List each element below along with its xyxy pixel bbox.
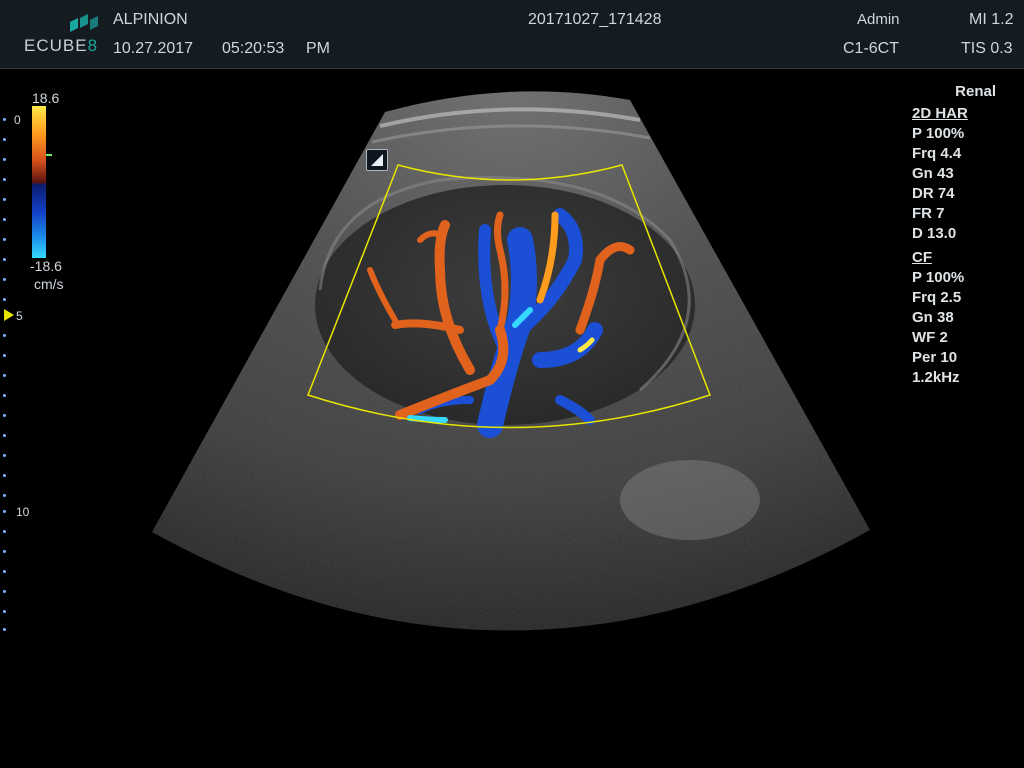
depth-tick xyxy=(3,278,6,281)
depth-label: 0 xyxy=(14,113,21,127)
mode-cf-param: P 100% xyxy=(912,269,965,286)
brand-logo: ECUBE8 xyxy=(24,14,104,58)
depth-tick xyxy=(3,550,6,553)
brand-logo-text: ECUBE8 xyxy=(24,36,99,55)
ultrasound-display xyxy=(0,69,1024,768)
depth-tick xyxy=(3,374,6,377)
depth-tick xyxy=(3,590,6,593)
color-scale-bar xyxy=(32,106,46,258)
mode-cf-param: Per 10 xyxy=(912,349,958,366)
depth-tick xyxy=(3,394,6,397)
ecube-logo-icon xyxy=(70,14,98,32)
depth-tick xyxy=(3,494,6,497)
depth-tick xyxy=(3,474,6,477)
depth-tick xyxy=(3,454,6,457)
mode-2d-param: P 100% xyxy=(912,125,965,142)
depth-tick xyxy=(3,138,6,141)
imaging-parameters-panel: Renal 2D HAR P 100% Frq 4.4 Gn 43 DR 74 … xyxy=(912,82,1012,388)
depth-tick xyxy=(3,570,6,573)
depth-tick xyxy=(3,628,6,631)
thermal-index: TIS 0.3 xyxy=(961,40,1013,57)
depth-tick xyxy=(3,510,6,513)
brand-name: ALPINION xyxy=(113,11,188,28)
depth-tick xyxy=(3,354,6,357)
probe-name: C1-6CT xyxy=(843,40,900,57)
depth-tick xyxy=(3,198,6,201)
mode-cf-param: Gn 38 xyxy=(912,309,954,326)
mode-cf-title: CF xyxy=(912,249,932,266)
exam-time-ampm: PM xyxy=(306,40,330,57)
mode-2d-param: FR 7 xyxy=(912,205,945,222)
mode-2d-param: DR 74 xyxy=(912,185,955,202)
exam-date: 10.27.2017 xyxy=(113,40,194,57)
mode-2d-param: Frq 4.4 xyxy=(912,145,962,162)
mode-cf-param: WF 2 xyxy=(912,329,948,346)
exam-time: 05:20:53 xyxy=(222,40,285,57)
depth-tick xyxy=(3,258,6,261)
ultrasound-image xyxy=(152,91,870,631)
depth-tick xyxy=(3,298,6,301)
mechanical-index: MI 1.2 xyxy=(969,11,1014,28)
depth-label: 10 xyxy=(16,505,30,519)
depth-tick xyxy=(3,434,6,437)
depth-tick xyxy=(3,414,6,417)
depth-tick xyxy=(3,158,6,161)
mode-2d-param: Gn 43 xyxy=(912,165,954,182)
user-name: Admin xyxy=(857,11,900,28)
depth-tick xyxy=(3,118,6,121)
preset-name: Renal xyxy=(955,83,996,100)
mode-cf-param: Frq 2.5 xyxy=(912,289,962,306)
depth-tick xyxy=(3,530,6,533)
top-header: ECUBE8 ALPINION 10.27.2017 05:20:53 PM 2… xyxy=(0,0,1024,69)
depth-tick xyxy=(3,610,6,613)
color-scale-min: -18.6 xyxy=(30,258,62,274)
depth-tick xyxy=(3,218,6,221)
orientation-marker-icon xyxy=(366,149,388,171)
depth-tick xyxy=(3,334,6,337)
color-scale-max: 18.6 xyxy=(32,90,60,106)
depth-tick xyxy=(3,178,6,181)
mode-2d-param: D 13.0 xyxy=(912,225,957,242)
color-scale-baseline-marker xyxy=(46,154,52,156)
mode-cf-param: 1.2kHz xyxy=(912,369,960,386)
focus-marker-icon[interactable] xyxy=(4,309,16,321)
mode-2d-title: 2D HAR xyxy=(912,105,968,122)
depth-label: 5 xyxy=(16,309,23,323)
color-scale-unit: cm/s xyxy=(34,276,64,292)
study-id: 20171027_171428 xyxy=(528,11,662,28)
depth-tick xyxy=(3,238,6,241)
